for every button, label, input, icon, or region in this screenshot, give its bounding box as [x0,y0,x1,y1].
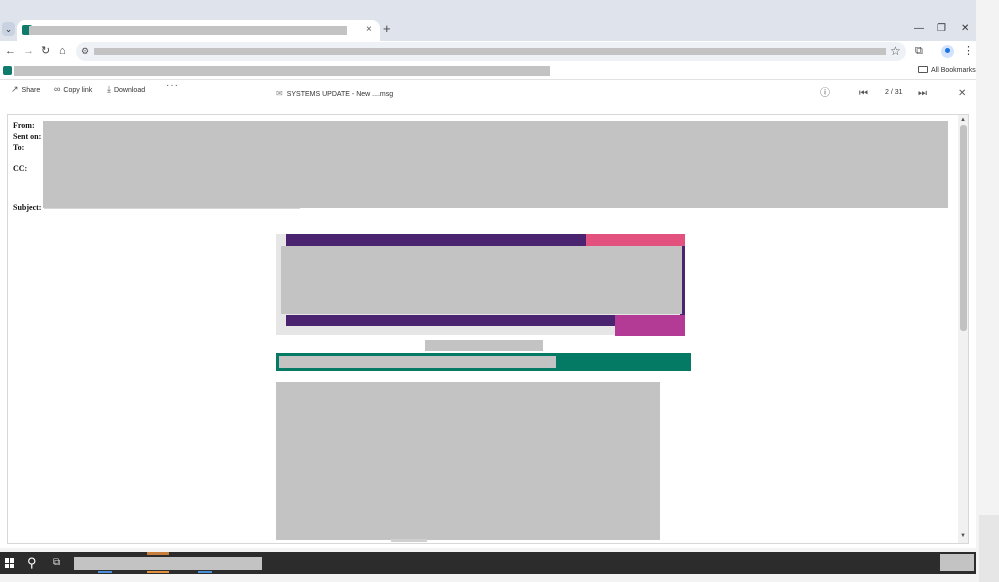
close-viewer-icon[interactable]: ✕ [958,88,966,100]
app-indicator [98,571,112,573]
app-indicator [198,571,212,573]
tab-title-redacted [29,26,347,35]
page-indicator: 2 / 31 [885,89,903,96]
to-label: To: [13,143,25,152]
subject-label: Subject: [13,203,42,212]
file-viewer-header: ↗ Share ∞ Copy link ⤓ Download ··· ✉ SYSTEMS… [0,80,976,104]
taskbar: ⚲ ⧉ [0,552,976,574]
extensions-icon[interactable]: ⧉ [915,45,923,57]
home-button[interactable]: ⌂ [59,45,66,57]
scroll-thumb[interactable] [960,125,967,331]
banner-redacted [281,246,682,314]
address-bar[interactable]: ⚙ ☆ [76,42,906,61]
email-header-redacted [43,121,948,208]
link-icon: ∞ [54,84,61,94]
taskbar-search-icon[interactable]: ⚲ [27,555,37,571]
from-label: From: [13,121,35,130]
system-tray-redacted[interactable] [940,554,974,571]
share-button[interactable]: ↗ Share [11,83,40,97]
browser-toolbar: ← → ↻ ⌂ ⚙ ☆ ⧉ ⋮ [0,41,976,62]
new-tab-button[interactable]: + [383,21,391,37]
app-indicator [147,571,169,573]
sent-on-label: Sent on: [13,132,42,141]
site-info-icon[interactable]: ⚙ [81,45,89,57]
last-page-icon[interactable]: ⏭ [918,88,927,100]
more-options-button[interactable]: ··· [166,80,179,91]
subheading-redacted [425,340,543,351]
copy-link-button[interactable]: ∞ Copy link [54,83,92,97]
active-tab[interactable]: × [17,20,380,41]
cc-label: CC: [13,164,28,173]
scroll-up-icon[interactable]: ▲ [960,117,966,123]
document-title: ✉ SYSTEMS UPDATE - New ....msg [276,89,394,98]
folder-icon [918,66,928,73]
all-bookmarks-button[interactable]: All Bookmarks [918,66,976,74]
banner-purple-bar-top [286,234,586,246]
first-page-icon[interactable]: ⏮ [859,88,868,100]
document-preview[interactable]: From: Sent on: To: CC: Subject: ▲ ▼ [7,114,969,544]
reload-button[interactable]: ↻ [41,45,50,57]
share-icon: ↗ [11,84,19,94]
download-button[interactable]: ⤓ Download [107,83,145,97]
url-redacted [94,48,886,55]
all-bookmarks-label: All Bookmarks [931,67,976,74]
taskbar-active-accent [147,552,169,555]
banner-purple-bar-bottom [286,315,616,326]
email-body-redacted [276,382,660,540]
scroll-down-icon[interactable]: ▼ [960,533,966,539]
banner-magenta-block [615,315,685,336]
document-scrollbar[interactable]: ▲ ▼ [958,115,968,543]
tab-close-icon[interactable]: × [366,23,372,37]
bookmark-star-icon[interactable]: ☆ [890,44,901,58]
profile-avatar-icon[interactable] [941,45,954,58]
bookmark-redacted[interactable] [14,66,550,76]
mail-icon: ✉ [276,89,283,98]
close-window-button[interactable]: ✕ [961,23,969,35]
back-button[interactable]: ← [5,45,16,57]
info-icon[interactable]: ⓘ [820,88,830,100]
desktop-edge-strip [979,515,999,582]
restore-button[interactable]: ❐ [937,23,946,35]
minimize-button[interactable]: — [914,23,924,35]
tab-search-icon[interactable]: ⌄ [2,22,15,36]
bookmark-favicon-icon[interactable] [3,66,12,75]
browser-window: ⌄ × + — ❐ ✕ ← → ↻ ⌂ ⚙ ☆ ⧉ ⋮ All Bookmark… [0,0,976,548]
taskbar-apps-redacted[interactable] [74,557,262,570]
tab-strip: ⌄ × + — ❐ ✕ [0,0,976,41]
windows-start-icon[interactable] [5,558,15,568]
body-text-fragment [391,539,427,542]
task-view-icon[interactable]: ⧉ [53,557,60,569]
bookmarks-bar: All Bookmarks [0,62,976,80]
green-bar-text-redacted [279,356,556,368]
menu-kebab-icon[interactable]: ⋮ [963,45,974,57]
forward-button[interactable]: → [23,45,34,57]
download-icon: ⤓ [107,84,111,94]
